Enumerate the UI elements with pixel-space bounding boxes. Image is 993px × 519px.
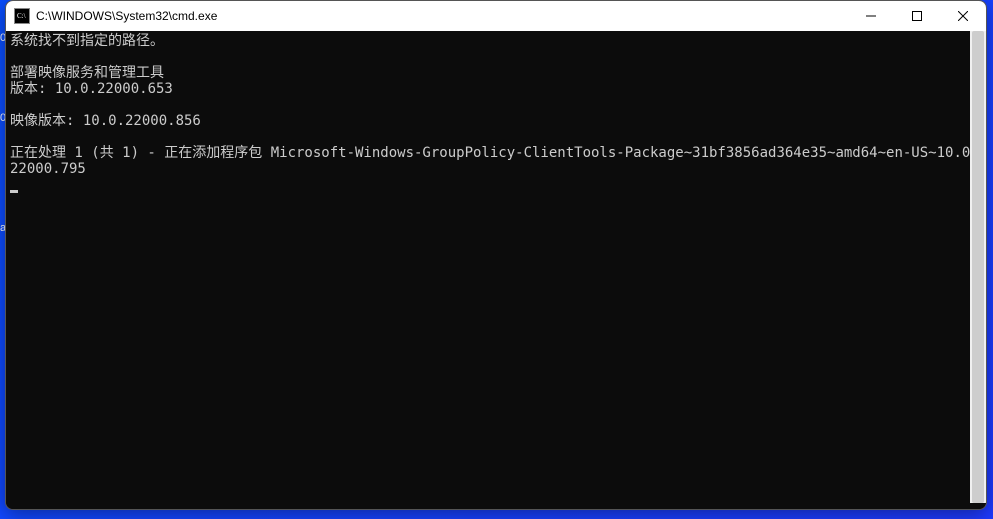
cmd-window: C:\ C:\WINDOWS\System32\cmd.exe 系统找不到指定的… [5,0,987,510]
console-line: 正在处理 1 (共 1) - 正在添加程序包 Microsoft-Windows… [10,145,979,177]
console-line: 映像版本: 10.0.22000.856 [10,113,201,129]
console-output[interactable]: 系统找不到指定的路径。 部署映像服务和管理工具 版本: 10.0.22000.6… [6,31,986,509]
cmd-icon: C:\ [14,8,30,24]
maximize-button[interactable] [894,1,940,31]
cursor [10,190,18,193]
close-button[interactable] [940,1,986,31]
console-line: 系统找不到指定的路径。 [10,33,164,49]
console-line: 部署映像服务和管理工具 [10,65,164,81]
svg-text:C:\: C:\ [17,12,26,20]
vertical-scrollbar[interactable] [970,31,986,503]
titlebar[interactable]: C:\ C:\WINDOWS\System32\cmd.exe [6,1,986,31]
minimize-button[interactable] [848,1,894,31]
window-title: C:\WINDOWS\System32\cmd.exe [36,9,217,23]
scrollbar-thumb[interactable] [972,31,984,503]
console-line: 版本: 10.0.22000.653 [10,81,173,97]
